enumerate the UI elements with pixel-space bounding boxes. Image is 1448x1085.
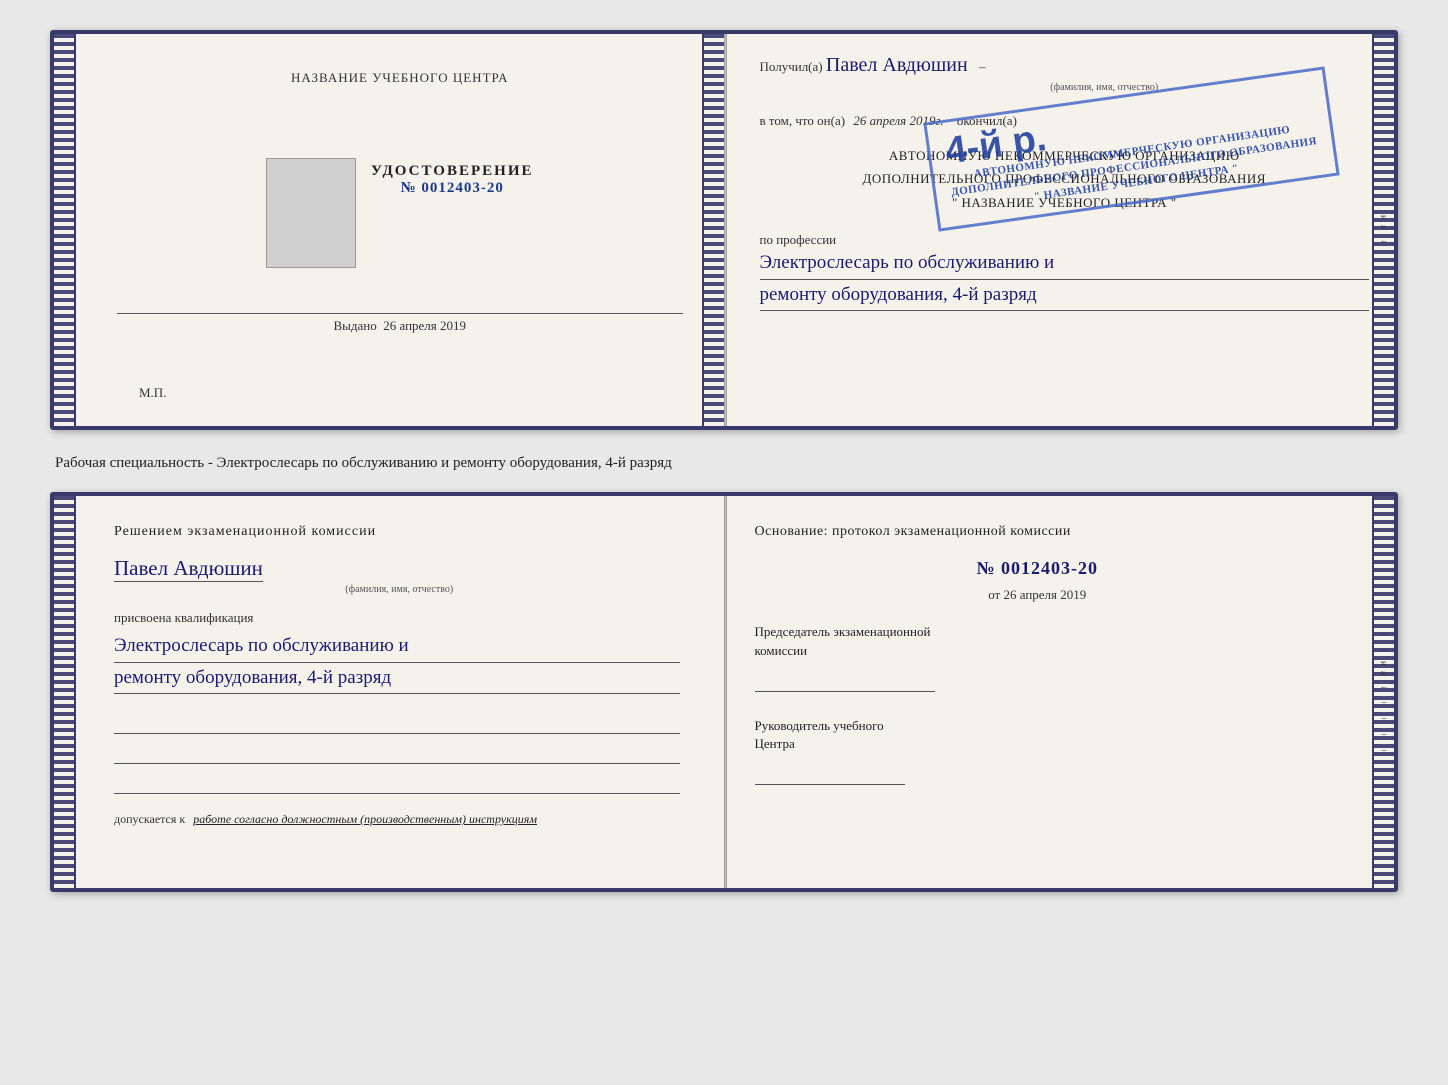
bottom-binding-strip-left (54, 496, 76, 888)
photo-area (266, 158, 356, 268)
director-block: Руководитель учебного Центра (755, 717, 1321, 785)
cert-title-label: УДОСТОВЕРЕНИЕ (371, 163, 534, 180)
side-mark-i: и (1379, 215, 1389, 220)
допускается-line: допускается к работе согласно должностны… (114, 812, 680, 827)
vtom-prefix: в том, что он(а) (760, 113, 846, 128)
from-date-value: 26 апреля 2019 (1003, 587, 1086, 602)
top-left-center-title: НАЗВАНИЕ УЧЕБНОГО ЦЕНТРА (291, 69, 508, 87)
side-mark-arrow: ← (1380, 235, 1389, 245)
photo-placeholder: УДОСТОВЕРЕНИЕ № 0012403-20 (117, 148, 683, 278)
bottom-doc-right-page: Основание: протокол экзаменационной коми… (725, 496, 1395, 888)
director-title: Руководитель учебного Центра (755, 717, 1321, 753)
qual-line2: ремонту оборудования, 4-й разряд (114, 663, 680, 694)
signature-lines (114, 712, 680, 794)
cert-number: № 0012403-20 (371, 180, 534, 197)
from-date-line: от 26 апреля 2019 (755, 587, 1321, 603)
side-mark-a: а (1379, 225, 1389, 229)
sig-line-3 (114, 772, 680, 794)
bottom-side-dash5: – (1382, 729, 1387, 739)
top-left-content: НАЗВАНИЕ УЧЕБНОГО ЦЕНТРА УДОСТОВЕРЕНИЕ №… (117, 59, 683, 401)
sig-line-1 (114, 712, 680, 734)
received-prefix: Получил(а) (760, 59, 823, 74)
issued-label: Выдано (333, 318, 376, 333)
bottom-document: Решением экзаменационной комиссии Павел … (50, 492, 1398, 892)
top-doc-left-page: НАЗВАНИЕ УЧЕБНОГО ЦЕНТРА УДОСТОВЕРЕНИЕ №… (54, 34, 725, 426)
mp-label: М.П. (139, 385, 166, 401)
chairman-sig-line (755, 670, 935, 692)
bottom-side-dash6: – (1382, 745, 1387, 755)
bottom-fio-subtitle: (фамилия, имя, отчество) (119, 584, 680, 595)
bottom-side-dash4: – (1382, 713, 1387, 723)
middle-text: Рабочая специальность - Электрослесарь п… (50, 448, 1398, 474)
bottom-right-binding-strip: – – и а ← – – – – (1372, 496, 1394, 888)
profession-line1: Электрослесарь по обслуживанию и (760, 248, 1370, 279)
допускается-text: работе согласно должностным (производств… (193, 812, 537, 826)
chairman-block: Председатель экзаменационной комиссии (755, 623, 1321, 691)
issued-line: Выдано 26 апреля 2019 (117, 313, 683, 334)
profession-line2: ремонту оборудования, 4-й разряд (760, 280, 1370, 311)
bottom-side-dash1: – (1382, 629, 1387, 639)
received-name: Павел Авдюшин (826, 54, 968, 76)
bottom-side-dash3: – (1382, 697, 1387, 707)
director-sig-line (755, 763, 905, 785)
bottom-side-i: и (1379, 661, 1389, 666)
binding-strip-right (702, 34, 724, 426)
top-doc-right-page: Получил(а) Павел Авдюшин – (фамилия, имя… (725, 34, 1395, 426)
qual-line1: Электрослесарь по обслуживанию и (114, 631, 680, 662)
osnov-title: Основание: протокол экзаменационной коми… (755, 521, 1321, 543)
assigned-qual-label: присвоена квалификация (114, 610, 680, 626)
cert-title-block: УДОСТОВЕРЕНИЕ № 0012403-20 (371, 163, 534, 197)
binding-strip-left (54, 34, 76, 426)
issued-date: 26 апреля 2019 (383, 318, 466, 333)
sig-line-2 (114, 742, 680, 764)
bottom-side-arrow: ← (1380, 681, 1389, 691)
bottom-doc-left-page: Решением экзаменационной комиссии Павел … (54, 496, 725, 888)
po-professii-label: по профессии (760, 232, 1370, 248)
page-wrapper: НАЗВАНИЕ УЧЕБНОГО ЦЕНТРА УДОСТОВЕРЕНИЕ №… (20, 20, 1428, 902)
bottom-side-dash2: – (1382, 645, 1387, 655)
top-document: НАЗВАНИЕ УЧЕБНОГО ЦЕНТРА УДОСТОВЕРЕНИЕ №… (50, 30, 1398, 430)
right-binding-strip: и а ← (1372, 34, 1394, 426)
bottom-left-content: Решением экзаменационной комиссии Павел … (114, 521, 680, 827)
допускается-prefix: допускается к (114, 812, 185, 826)
decision-title: Решением экзаменационной комиссии (114, 521, 680, 543)
profession-block: по профессии Электрослесарь по обслужива… (760, 232, 1370, 311)
bottom-person-name: Павел Авдюшин (114, 556, 263, 582)
from-prefix: от (988, 587, 1000, 602)
bottom-side-a: а (1379, 671, 1389, 675)
middle-text-content: Рабочая специальность - Электрослесарь п… (55, 455, 672, 471)
protocol-number: № 0012403-20 (755, 558, 1321, 579)
bottom-right-content: Основание: протокол экзаменационной коми… (755, 521, 1321, 785)
chairman-title: Председатель экзаменационной комиссии (755, 623, 1321, 659)
